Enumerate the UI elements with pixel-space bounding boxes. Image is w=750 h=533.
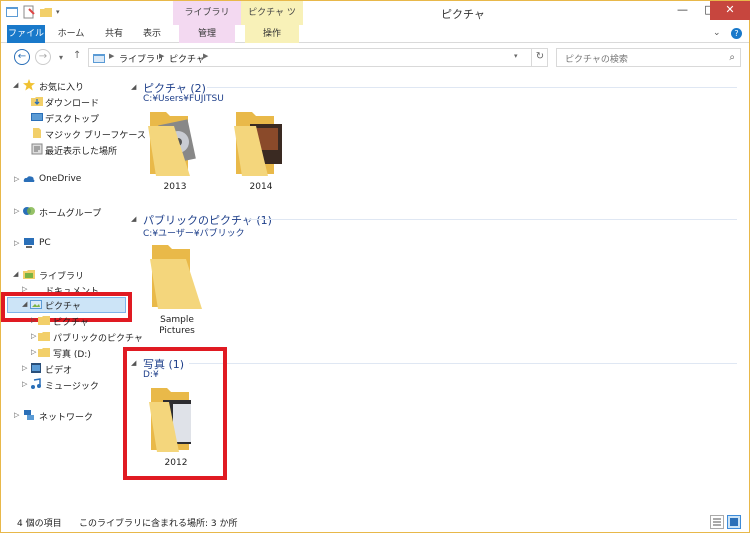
folder-label: 2013	[163, 182, 187, 192]
window-title: ピクチャ	[441, 8, 485, 21]
expand-ribbon-icon[interactable]: ⌄	[713, 28, 721, 38]
breadcrumb-separator-icon[interactable]: ▶	[159, 52, 164, 60]
group-path: C:¥Users¥FUJITSU	[143, 94, 224, 104]
annotation-highlight-folder	[123, 347, 227, 480]
nav-item-favorites[interactable]: ◢ お気に入り	[1, 79, 127, 93]
window-icon	[6, 7, 18, 17]
library-icon	[93, 54, 105, 63]
folder-label: Sample Pictures	[159, 315, 195, 336]
nav-item-recent-places[interactable]: 最近表示した場所	[1, 143, 127, 157]
nav-item-pictures-sub[interactable]: ▷ ピクチャ	[1, 314, 127, 328]
refresh-button[interactable]: ↻	[531, 48, 548, 67]
navigation-pane: ◢ お気に入り ダウンロード デスクトップ マジック ブリーフケース 最近表示し…	[1, 71, 146, 511]
group-divider	[207, 87, 737, 88]
properties-icon[interactable]	[22, 5, 36, 19]
search-icon: ⌕	[729, 52, 735, 63]
nav-item-briefcase[interactable]: マジック ブリーフケース	[1, 127, 146, 141]
folder-icon	[150, 245, 202, 309]
group-divider	[189, 363, 737, 364]
search-input[interactable]: ピクチャの検索 ⌕	[556, 48, 741, 67]
new-folder-icon[interactable]	[39, 5, 53, 19]
desktop-icon	[31, 113, 43, 121]
details-view-icon	[713, 518, 721, 526]
back-button[interactable]: ←	[14, 49, 30, 65]
nav-item-network[interactable]: ▷ ネットワーク	[1, 409, 127, 423]
large-icons-view-icon	[730, 518, 738, 526]
recent-places-icon	[31, 143, 43, 155]
location-count: このライブラリに含まれる場所: 3 か所	[79, 519, 238, 529]
star-icon	[23, 79, 35, 91]
address-dropdown-icon[interactable]: ▾	[514, 52, 518, 60]
status-bar: 4 個の項目 このライブラリに含まれる場所: 3 か所	[1, 511, 749, 533]
folder-icon	[38, 316, 50, 325]
tab-share[interactable]: 共有	[99, 25, 129, 43]
nav-item-desktop[interactable]: デスクトップ	[1, 111, 127, 125]
group-path: C:¥ユーザー¥パブリック	[143, 229, 245, 239]
search-placeholder: ピクチャの検索	[565, 55, 628, 65]
context-tab-picture-tools: ピクチャ ツール	[241, 1, 303, 42]
item-count: 4 個の項目	[17, 519, 62, 529]
folder-icon	[234, 112, 282, 176]
breadcrumb-library[interactable]: ライブラリ	[119, 52, 164, 65]
recent-locations-icon[interactable]: ▾	[59, 53, 63, 62]
nav-item-public-pictures[interactable]: ▷ パブリックのピクチャ	[1, 330, 143, 344]
large-icons-view-button[interactable]	[727, 515, 741, 529]
breadcrumb-separator-icon[interactable]: ▶	[203, 52, 208, 60]
nav-item-music[interactable]: ▷ ミュージック	[1, 378, 127, 392]
ribbon-tabs: ファイル ホーム 共有 表示 管理 操作	[1, 25, 749, 43]
details-view-button[interactable]	[710, 515, 724, 529]
breadcrumb-pictures[interactable]: ピクチャ	[169, 52, 205, 65]
homegroup-icon	[23, 207, 35, 215]
downloads-icon	[31, 97, 43, 106]
tab-file[interactable]: ファイル	[7, 25, 45, 43]
qat-dropdown-icon[interactable]: ▾	[56, 5, 60, 19]
nav-item-downloads[interactable]: ダウンロード	[1, 95, 127, 109]
minimize-button[interactable]: —	[669, 1, 696, 20]
nav-item-onedrive[interactable]: ▷ OneDrive	[1, 173, 127, 187]
quick-access-toolbar: ▾	[5, 5, 60, 19]
cloud-icon	[23, 176, 35, 182]
folder-icon	[38, 348, 50, 357]
close-button[interactable]: ✕	[710, 1, 750, 20]
libraries-icon	[23, 270, 35, 279]
nav-item-video[interactable]: ▷ ビデオ	[1, 362, 127, 376]
forward-button[interactable]: →	[35, 49, 51, 65]
music-icon	[31, 378, 41, 389]
folder-item[interactable]: 2014	[226, 108, 296, 193]
title-bar: ▾ ライブラリ ツール ピクチャ ツール ピクチャ — □ ✕	[1, 1, 750, 42]
computer-icon	[24, 238, 34, 248]
folder-label: 2014	[249, 182, 273, 192]
explorer-window: ▾ ライブラリ ツール ピクチャ ツール ピクチャ — □ ✕ ファイル ホーム…	[0, 0, 750, 533]
nav-item-libraries[interactable]: ◢ ライブラリ	[1, 268, 127, 282]
briefcase-icon	[33, 128, 41, 138]
breadcrumb-separator-icon[interactable]: ▶	[109, 52, 114, 60]
network-icon	[24, 410, 34, 420]
collapse-icon[interactable]: ◢	[131, 83, 136, 91]
context-tab-library-tools: ライブラリ ツール	[173, 1, 241, 42]
nav-item-photos-d[interactable]: ▷ 写真 (D:)	[1, 346, 127, 360]
nav-item-pc[interactable]: ▷ PC	[1, 237, 127, 251]
address-row: ← → ▾ ↑ ▶ ライブラリ ▶ ピクチャ ▶ ▾ ↻ ピクチャの検索 ⌕	[1, 43, 749, 71]
folder-icon	[38, 332, 50, 341]
help-icon[interactable]: ?	[731, 28, 742, 39]
group-divider	[247, 219, 737, 220]
video-icon	[31, 363, 41, 373]
folder-item[interactable]: 2013	[140, 108, 210, 193]
up-button[interactable]: ↑	[73, 50, 81, 61]
nav-item-homegroup[interactable]: ▷ ホームグループ	[1, 205, 127, 219]
address-bar[interactable]: ▶ ライブラリ ▶ ピクチャ ▶ ▾	[88, 48, 548, 67]
tab-home[interactable]: ホーム	[53, 25, 89, 43]
tab-view[interactable]: 表示	[137, 25, 167, 43]
tab-manage[interactable]: 管理	[179, 25, 235, 43]
folder-item[interactable]: Sample Pictures	[142, 241, 212, 337]
tab-operations[interactable]: 操作	[245, 25, 299, 43]
folder-icon	[148, 112, 196, 176]
collapse-icon[interactable]: ◢	[131, 215, 136, 223]
